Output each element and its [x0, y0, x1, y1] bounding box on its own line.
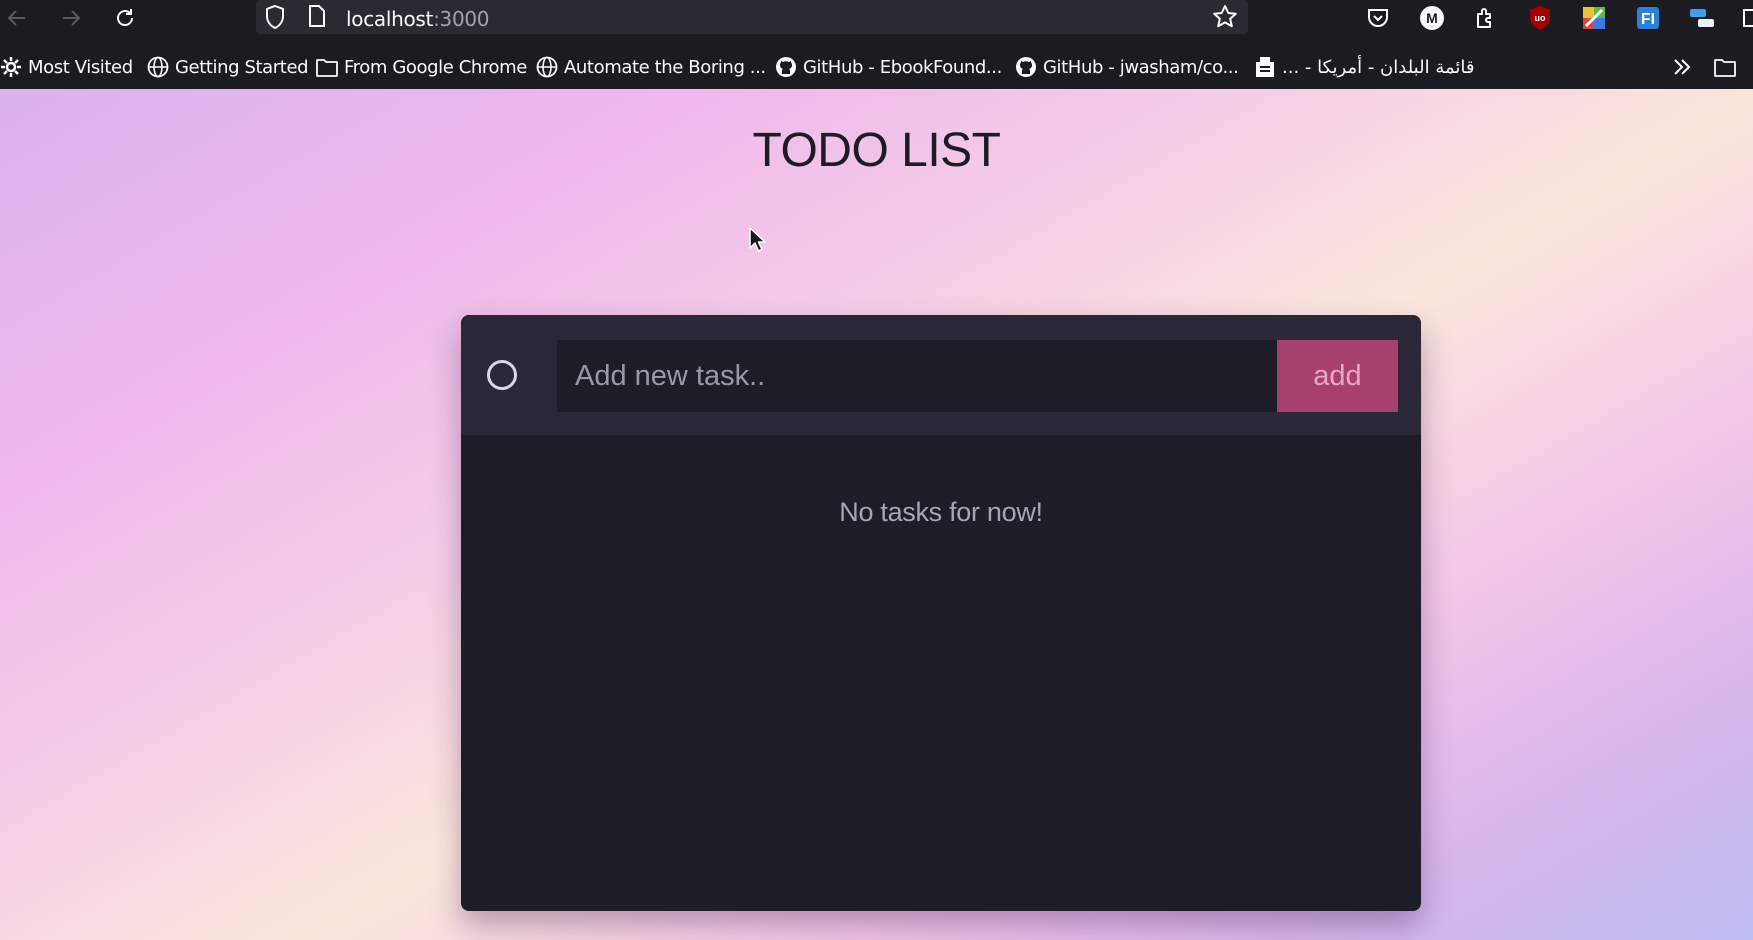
- ublock-icon[interactable]: uo: [1526, 4, 1554, 32]
- page-icon[interactable]: [308, 5, 326, 32]
- translate-icon[interactable]: [1688, 4, 1716, 32]
- add-button[interactable]: add: [1277, 340, 1398, 412]
- address-bar[interactable]: localhost:3000: [256, 0, 1248, 34]
- bookmark-star-icon[interactable]: [1212, 4, 1238, 35]
- bookmark-label: GitHub - jwasham/co...: [1043, 56, 1239, 78]
- puzzle-icon[interactable]: [1472, 4, 1500, 32]
- github-icon: [1016, 57, 1036, 77]
- globe-icon: [536, 56, 558, 78]
- bookmark-label: From Google Chrome: [344, 56, 527, 78]
- reload-button[interactable]: [111, 4, 139, 32]
- bookmarks-bar: Most Visited Getting Started From Google…: [0, 52, 1753, 82]
- url-host: localhost: [346, 7, 434, 31]
- other-bookmarks-folder[interactable]: [1714, 52, 1742, 82]
- cursor-arrow-icon: [749, 227, 766, 252]
- url-port: :3000: [433, 7, 490, 31]
- bookmark-label: Automate the Boring ...: [564, 56, 766, 78]
- toggle-all-circle[interactable]: [487, 360, 517, 390]
- pocket-icon[interactable]: [1364, 4, 1392, 32]
- arrow-left-icon: [7, 10, 25, 26]
- gear-icon: [1, 57, 21, 77]
- svg-text:M: M: [1426, 10, 1438, 26]
- sidebar-icon[interactable]: [1742, 4, 1753, 32]
- github-icon: [776, 57, 796, 77]
- bookmarks-overflow-button[interactable]: [1671, 52, 1699, 82]
- new-task-input[interactable]: [557, 340, 1277, 412]
- page-viewport: TODO LIST add No tasks for now!: [0, 89, 1753, 940]
- bookmark-github-ebookfound[interactable]: GitHub - EbookFound...: [775, 52, 1002, 82]
- bookmark-label: قائمة البلدان - أمريكا - ...: [1282, 56, 1475, 78]
- bookmark-github-jwasham[interactable]: GitHub - jwasham/co...: [1015, 52, 1239, 82]
- globe-icon: [147, 56, 169, 78]
- m-extension-icon[interactable]: M: [1418, 4, 1446, 32]
- bookmark-most-visited[interactable]: Most Visited: [0, 52, 133, 82]
- todo-card: add No tasks for now!: [461, 315, 1421, 911]
- folder-icon: [1714, 59, 1736, 77]
- reload-icon: [117, 9, 133, 26]
- bookmark-label: GitHub - EbookFound...: [803, 56, 1002, 78]
- bookmark-automate-the-boring[interactable]: Automate the Boring ...: [536, 52, 766, 82]
- empty-state-message: No tasks for now!: [839, 497, 1043, 527]
- forward-button[interactable]: [57, 4, 85, 32]
- bookmark-folder-from-google-chrome[interactable]: From Google Chrome: [316, 52, 527, 82]
- page-title: TODO LIST: [752, 124, 1002, 177]
- bookmark-getting-started[interactable]: Getting Started: [147, 52, 309, 82]
- todo-input-row: add: [461, 315, 1421, 435]
- back-button[interactable]: [3, 4, 31, 32]
- folder-icon: [316, 59, 338, 77]
- page-icon: [1256, 57, 1274, 77]
- browser-toolbar: localhost:3000 M uo FI: [0, 0, 1753, 36]
- bookmark-label: Most Visited: [28, 56, 133, 78]
- mouse-cursor: [748, 226, 768, 259]
- svg-text:uo: uo: [1535, 13, 1546, 23]
- bookmark-countries-list[interactable]: قائمة البلدان - أمريكا - ...: [1254, 52, 1475, 82]
- arrow-right-icon: [63, 10, 81, 26]
- url-text[interactable]: localhost:3000: [346, 7, 490, 31]
- f-extension-icon[interactable]: FI: [1634, 4, 1662, 32]
- shield-icon[interactable]: [264, 4, 286, 35]
- color-extension-icon[interactable]: [1580, 4, 1608, 32]
- bookmark-label: Getting Started: [175, 56, 309, 78]
- chevron-double-right-icon: [1674, 59, 1691, 75]
- svg-text:FI: FI: [1641, 11, 1655, 28]
